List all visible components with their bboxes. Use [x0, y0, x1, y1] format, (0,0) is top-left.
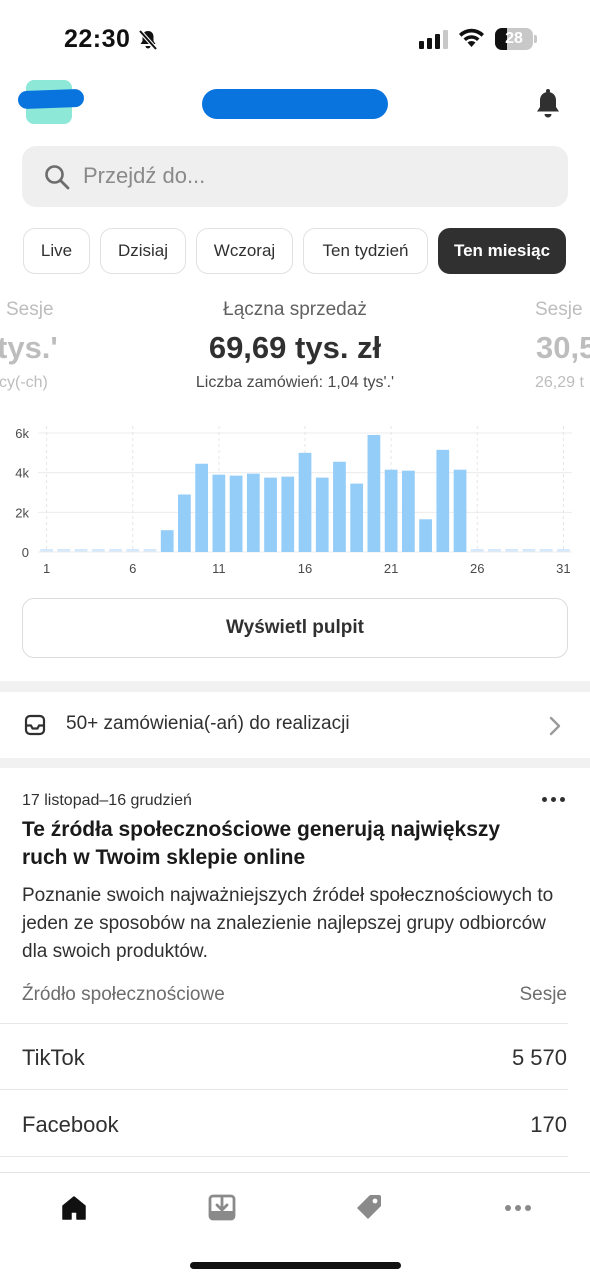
bar-day-1 [40, 549, 53, 552]
row-divider [0, 1089, 568, 1090]
card-title: Te źródła społecznościowe generują najwi… [22, 818, 501, 869]
bar-day-14 [264, 477, 277, 552]
bar-day-21 [384, 469, 398, 552]
bar-day-24 [436, 449, 450, 552]
source-sessions: 170 [530, 1112, 567, 1137]
period-this-week[interactable]: Ten tydzień [303, 228, 428, 274]
period-today[interactable]: Dzisiaj [100, 228, 186, 274]
search-icon [45, 165, 70, 190]
section-divider [0, 681, 590, 692]
signal-icon [419, 30, 448, 49]
column-header-sessions: Sesje [519, 984, 567, 1005]
sales-bar-chart[interactable]: 02k4k6k1 6 11 16 21 26 31 [0, 418, 590, 583]
bar-day-29 [522, 549, 536, 552]
bar-day-30 [539, 549, 553, 552]
x-tick-label: 31 [556, 561, 570, 576]
chevron-right-icon [549, 716, 561, 736]
x-tick-label: 21 [384, 561, 398, 576]
bar-day-13 [246, 473, 260, 552]
bar-day-11 [212, 474, 226, 552]
metric-value-total-sales: 69,69 tys. zł [208, 330, 382, 365]
bar-day-27 [488, 549, 501, 552]
bar-day-25 [453, 469, 467, 552]
status-bar: 22:30 28 [0, 0, 590, 70]
row-divider [0, 1023, 568, 1024]
search-bar[interactable]: Przejdź do... [22, 146, 568, 207]
metric-label-total-sales: Łączna sprzedaż [223, 299, 367, 320]
inbox-icon [24, 714, 46, 736]
metric-value: 30,5 [536, 330, 590, 365]
source-name: TikTok [22, 1045, 85, 1070]
home-indicator [190, 1262, 401, 1269]
home-icon[interactable] [61, 1195, 87, 1221]
bell-off-icon [138, 29, 158, 51]
x-tick-label: 1 [43, 561, 50, 576]
x-tick-label: 6 [129, 561, 136, 576]
period-yesterday[interactable]: Wczoraj [196, 228, 293, 274]
more-icon[interactable] [505, 1205, 531, 1211]
products-tag-icon[interactable] [355, 1193, 383, 1221]
bar-day-22 [401, 470, 415, 552]
redacted-store-name [17, 88, 85, 110]
search-input[interactable]: Przejdź do... [83, 163, 205, 189]
more-options-icon[interactable] [542, 797, 565, 802]
period-live[interactable]: Live [23, 228, 90, 274]
orders-to-fulfill-label: 50+ zamówienia(-ań) do realizacji [66, 713, 350, 734]
bar-day-10 [195, 463, 209, 552]
bar-day-4 [91, 549, 105, 552]
battery-level: 28 [505, 30, 523, 47]
bar-day-8 [160, 530, 174, 552]
view-dashboard-button[interactable]: Wyświetl pulpit [22, 598, 568, 658]
bar-day-19 [350, 483, 364, 552]
x-tick-label: 11 [212, 561, 226, 576]
wifi-icon [459, 28, 484, 47]
bar-day-6 [126, 549, 140, 552]
battery-icon: 28 [495, 28, 533, 50]
source-sessions: 5 570 [511, 1045, 567, 1070]
bar-day-16 [298, 452, 312, 552]
notification-bell-icon[interactable] [535, 89, 561, 119]
orders-to-fulfill-row[interactable]: 50+ zamówienia(-ań) do realizacji [0, 692, 590, 758]
card-description: Poznanie swoich najważniejszych źródeł s… [22, 885, 554, 962]
bar-day-9 [178, 494, 191, 552]
y-tick-label: 4k [15, 466, 29, 481]
bar-day-31 [557, 549, 570, 552]
source-name: Facebook [22, 1112, 119, 1137]
period-this-month[interactable]: Ten miesiąc [438, 228, 566, 274]
bar-day-3 [74, 549, 88, 552]
metric-orders-count: Liczba zamówień: 1,04 tys'.' [195, 374, 395, 391]
bar-day-18 [333, 461, 346, 552]
redacted-store-title [202, 89, 388, 119]
orders-download-icon[interactable] [208, 1193, 236, 1221]
x-tick-label: 26 [470, 561, 484, 576]
metric-label: Sesje [535, 299, 583, 320]
x-tick-label: 16 [298, 561, 312, 576]
bar-day-26 [470, 549, 484, 552]
row-divider [0, 1156, 568, 1157]
y-tick-label: 6k [15, 426, 29, 441]
bar-day-15 [281, 476, 295, 552]
bar-day-7 [143, 549, 157, 552]
status-time: 22:30 [64, 25, 131, 53]
y-tick-label: 2k [15, 505, 29, 520]
metric-card-sessions-next[interactable]: Sesje 30,5 26,29 t [530, 290, 590, 400]
bar-day-5 [109, 549, 122, 552]
bar-day-17 [315, 477, 329, 552]
bar-day-2 [57, 549, 71, 552]
bar-day-12 [229, 475, 243, 552]
bar-day-23 [419, 519, 432, 552]
column-header-source: Źródło społecznościowe [22, 984, 225, 1005]
bar-day-28 [505, 549, 519, 552]
card-date-range: 17 listopad–16 grudzień [22, 792, 192, 809]
bar-day-20 [367, 434, 381, 552]
metric-sub: 26,29 t [535, 374, 584, 391]
section-divider [0, 758, 590, 768]
y-tick-label: 0 [22, 545, 29, 560]
